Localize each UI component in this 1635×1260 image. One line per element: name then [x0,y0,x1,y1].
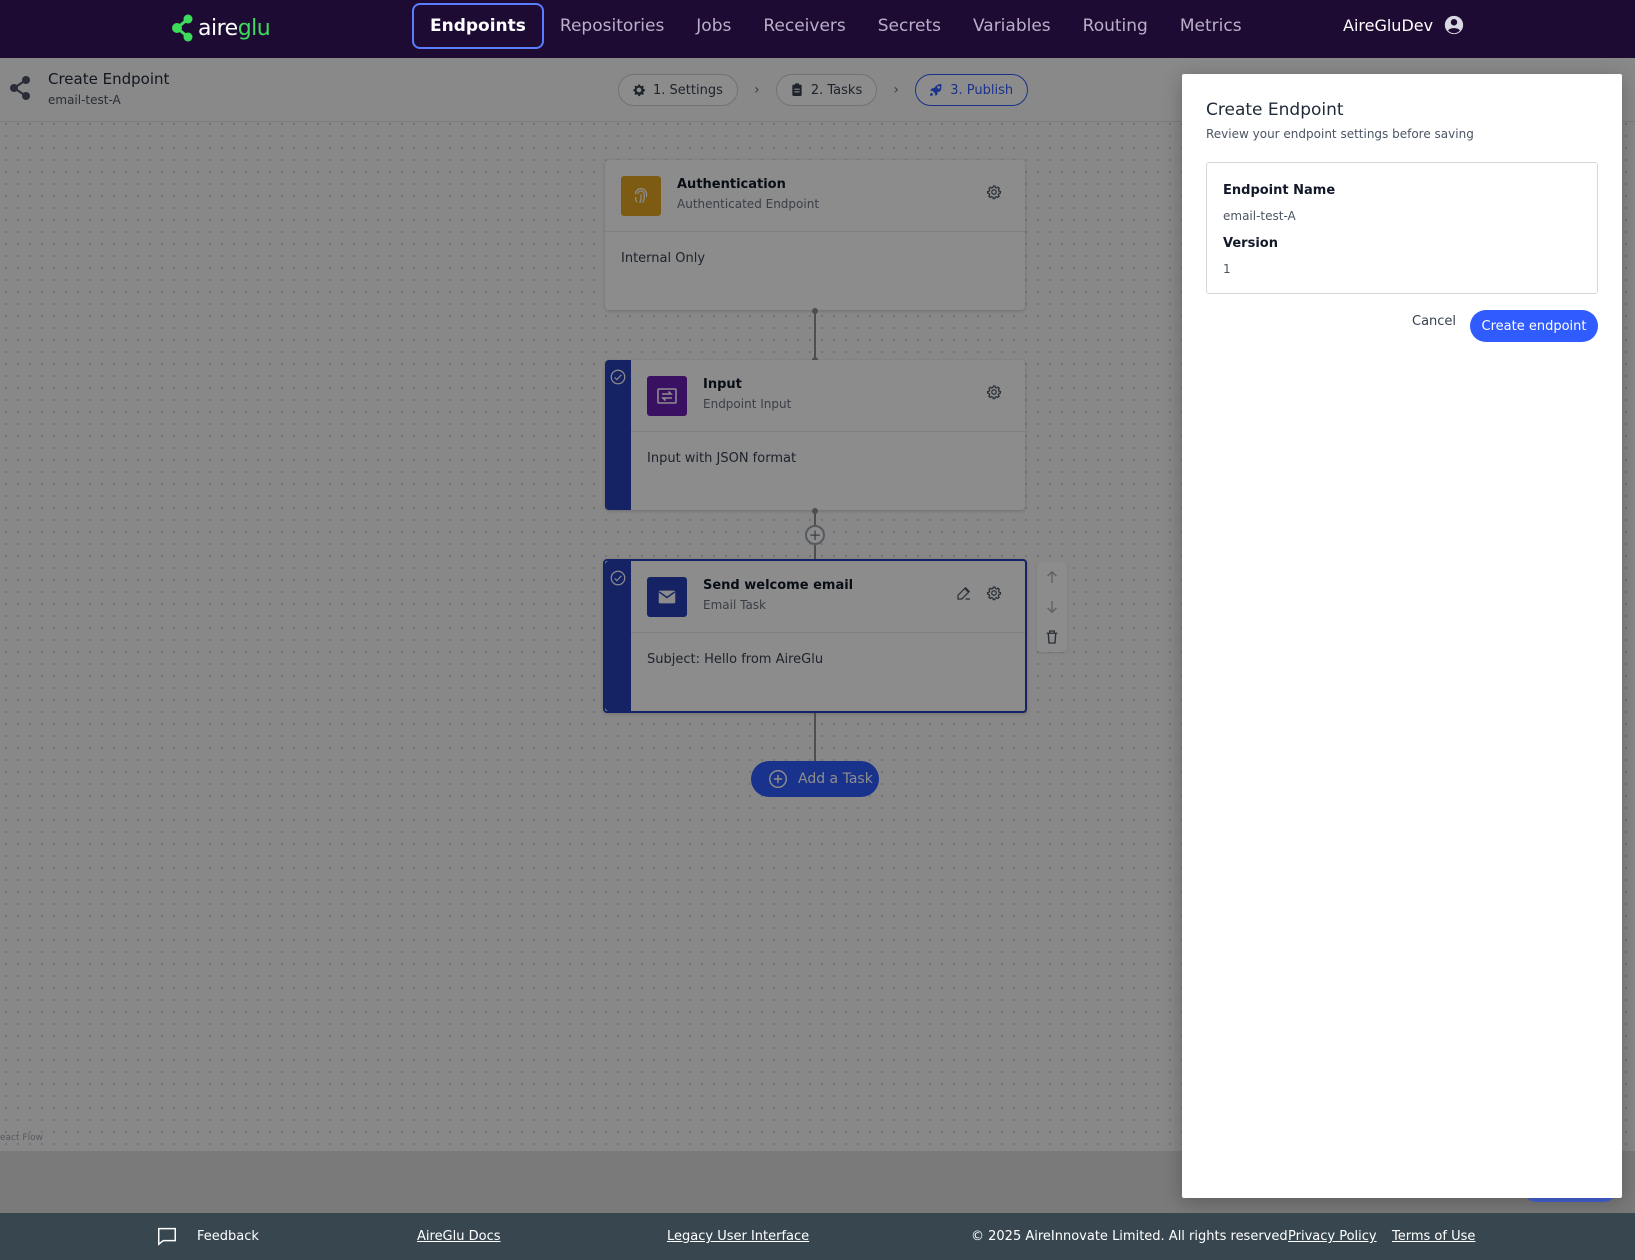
nav-tab-secrets[interactable]: Secrets [862,3,957,49]
create-endpoint-drawer: Create Endpoint Review your endpoint set… [1182,74,1622,1198]
cancel-button[interactable]: Cancel [1404,310,1464,333]
nav-tab-jobs[interactable]: Jobs [680,3,747,49]
legacy-ui-link[interactable]: Legacy User Interface [667,1229,809,1244]
terms-of-use-link[interactable]: Terms of Use [1392,1229,1475,1244]
copyright-text: © 2025 AireInnovate Limited. All rights … [971,1229,1288,1244]
aireglu-docs-link[interactable]: AireGlu Docs [417,1229,501,1244]
drawer-title: Create Endpoint [1206,100,1344,120]
endpoint-name-label: Endpoint Name [1223,183,1336,198]
nav-tab-endpoints[interactable]: Endpoints [412,3,544,49]
feedback-link[interactable]: Feedback [197,1229,259,1244]
user-menu[interactable]: AireGluDev [1343,14,1465,36]
feedback-chat-icon[interactable] [156,1225,178,1247]
drawer-subtitle: Review your endpoint settings before sav… [1206,127,1474,141]
privacy-policy-link[interactable]: Privacy Policy [1288,1229,1377,1244]
nav-tab-variables[interactable]: Variables [957,3,1067,49]
molecule-logo-icon [172,14,193,42]
version-label: Version [1223,236,1278,251]
nav-tab-metrics[interactable]: Metrics [1164,3,1258,49]
endpoint-name-value: email-test-A [1223,209,1296,223]
account-circle-icon [1444,15,1464,35]
nav-tab-repositories[interactable]: Repositories [544,3,680,49]
top-nav: aireglu Endpoints Repositories Jobs Rece… [0,0,1635,58]
version-value: 1 [1223,262,1231,276]
logo-text: aireglu [198,15,271,41]
main-nav-tabs: Endpoints Repositories Jobs Receivers Se… [412,3,1258,49]
aireglu-logo[interactable]: aireglu [168,12,271,44]
settings-summary: Endpoint Name email-test-A Version 1 [1206,162,1598,294]
nav-tab-receivers[interactable]: Receivers [747,3,861,49]
nav-tab-routing[interactable]: Routing [1067,3,1164,49]
user-name: AireGluDev [1343,15,1434,35]
footer: Feedback AireGlu Docs Legacy User Interf… [0,1213,1635,1260]
create-endpoint-button[interactable]: Create endpoint [1470,310,1598,342]
